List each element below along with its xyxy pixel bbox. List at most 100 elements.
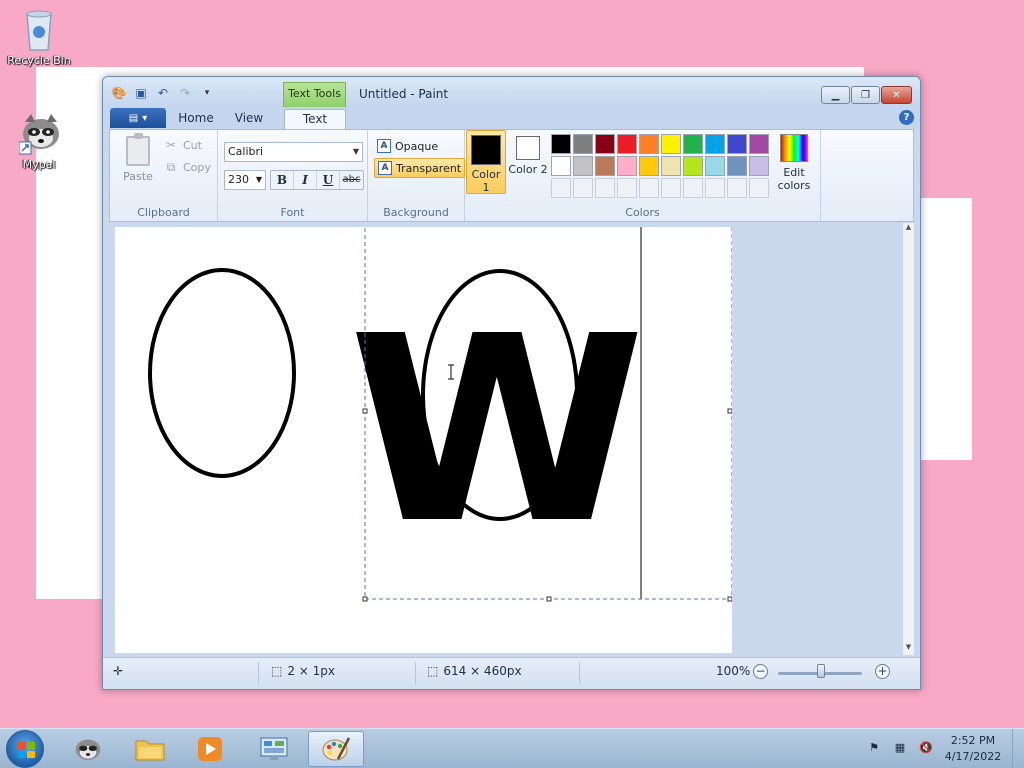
font-family-select[interactable]: Calibri ▼ [224,142,363,162]
palette-swatch[interactable] [683,156,703,176]
taskbar-control-panel[interactable] [246,731,302,767]
group-label-background: Background [383,206,449,219]
resize-handle[interactable] [546,596,552,602]
palette-swatch[interactable] [727,134,747,154]
palette-swatch-empty[interactable] [683,178,703,198]
recycle-bin-icon [19,6,59,52]
customize-qat-icon[interactable]: ▾ [199,85,215,101]
resize-handle[interactable] [727,596,732,602]
color1-swatch [471,135,501,165]
tab-view[interactable]: View [227,109,271,129]
cut-button[interactable]: ✂ Cut [164,138,202,152]
tab-home[interactable]: Home [171,109,221,129]
paint-menu-button[interactable]: ▤ ▾ [110,108,166,128]
close-button[interactable]: ✕ [881,86,912,104]
palette-swatch[interactable] [727,156,747,176]
taskbar-paint[interactable] [308,731,364,767]
paint-app-icon[interactable]: 🎨 [111,85,127,101]
palette-swatch[interactable] [573,134,593,154]
opaque-icon: A [377,139,391,153]
palette-swatch-empty[interactable] [617,178,637,198]
drawing-canvas[interactable]: W [115,227,732,653]
volume-muted-icon[interactable]: 🔇 [918,741,934,755]
underline-button[interactable]: U [317,171,340,189]
palette-swatch[interactable] [661,156,681,176]
zoom-level: 100% [716,664,751,678]
taskbar-clock[interactable]: 2:52 PM 4/17/2022 [938,733,1008,765]
resize-handle[interactable] [362,408,368,414]
desktop-icon-mypal[interactable]: Mypal [4,110,74,171]
palette-swatch[interactable] [639,134,659,154]
quick-access-toolbar: 🎨 ▣ ↶ ↷ ▾ [111,85,215,101]
color1-button[interactable]: Color 1 [466,130,506,194]
palette-swatch[interactable] [705,156,725,176]
palette-swatch[interactable] [683,134,703,154]
palette-swatch[interactable] [595,134,615,154]
maximize-button[interactable]: ❐ [851,86,880,104]
help-icon[interactable]: ? [899,110,914,125]
palette-swatch[interactable] [661,134,681,154]
zoom-out-button[interactable]: − [753,664,768,679]
palette-swatch-empty[interactable] [551,178,571,198]
scroll-up-icon[interactable]: ▲ [903,223,914,235]
palette-swatch[interactable] [551,134,571,154]
palette-swatch-empty[interactable] [749,178,769,198]
network-icon[interactable]: ▦ [892,741,908,755]
resize-handle[interactable] [362,596,368,602]
palette-swatch[interactable] [595,156,615,176]
background-window-edge [920,198,972,460]
palette-swatch-empty[interactable] [705,178,725,198]
palette-swatch-empty[interactable] [639,178,659,198]
scissors-icon: ✂ [165,138,177,152]
vertical-scrollbar[interactable]: ▲ ▼ [903,223,914,655]
copy-icon: ⧉ [166,160,176,174]
image-size-value: 614 × 460px [443,664,522,678]
redo-icon[interactable]: ↷ [177,85,193,101]
palette-swatch-empty[interactable] [727,178,747,198]
background-group: A Opaque A Transparent Background [368,130,466,221]
opaque-button[interactable]: A Opaque [374,136,441,156]
palette-swatch[interactable] [639,156,659,176]
desktop-icon-recycle-bin[interactable]: Recycle Bin [4,6,74,67]
taskbar-mypal[interactable] [60,731,116,767]
color-palette [551,134,769,198]
copy-button[interactable]: ⧉ Copy [164,160,211,174]
palette-swatch[interactable] [749,134,769,154]
zoom-in-button[interactable]: + [875,664,890,679]
canvas-text[interactable]: W [348,282,646,580]
palette-swatch[interactable] [749,156,769,176]
image-size: ⬚ 614 × 460px [427,664,522,678]
ellipse-shape-left[interactable] [148,268,296,478]
palette-swatch-empty[interactable] [661,178,681,198]
palette-swatch[interactable] [617,156,637,176]
strikethrough-button[interactable]: abc [340,171,363,189]
font-size-select[interactable]: 230 ▼ [224,170,266,190]
opaque-label: Opaque [395,139,439,153]
edit-colors-button[interactable]: Edit colors [776,134,812,192]
format-buttons: B I U abc [270,170,364,190]
color2-button[interactable]: Color 2 [508,130,548,194]
undo-icon[interactable]: ↶ [155,85,171,101]
cut-label: Cut [183,138,202,152]
bold-button[interactable]: B [271,171,294,189]
palette-swatch-empty[interactable] [573,178,593,198]
palette-swatch[interactable] [573,156,593,176]
resize-handle[interactable] [727,408,732,414]
palette-swatch[interactable] [617,134,637,154]
action-center-flag-icon[interactable]: ⚑ [866,741,882,755]
transparent-button[interactable]: A Transparent [374,158,466,178]
palette-swatch[interactable] [705,134,725,154]
scroll-down-icon[interactable]: ▼ [903,643,914,655]
palette-swatch-empty[interactable] [595,178,615,198]
minimize-button[interactable]: ▁ [821,86,850,104]
tab-text[interactable]: Text [284,109,346,129]
paste-button[interactable]: Paste [120,133,156,183]
italic-button[interactable]: I [294,171,317,189]
save-icon[interactable]: ▣ [133,85,149,101]
palette-swatch[interactable] [551,156,571,176]
show-desktop-button[interactable] [1012,729,1024,768]
start-button[interactable] [6,730,44,768]
taskbar-explorer[interactable] [122,731,178,767]
zoom-slider-thumb[interactable] [817,664,825,678]
taskbar-media-player[interactable] [182,731,238,767]
